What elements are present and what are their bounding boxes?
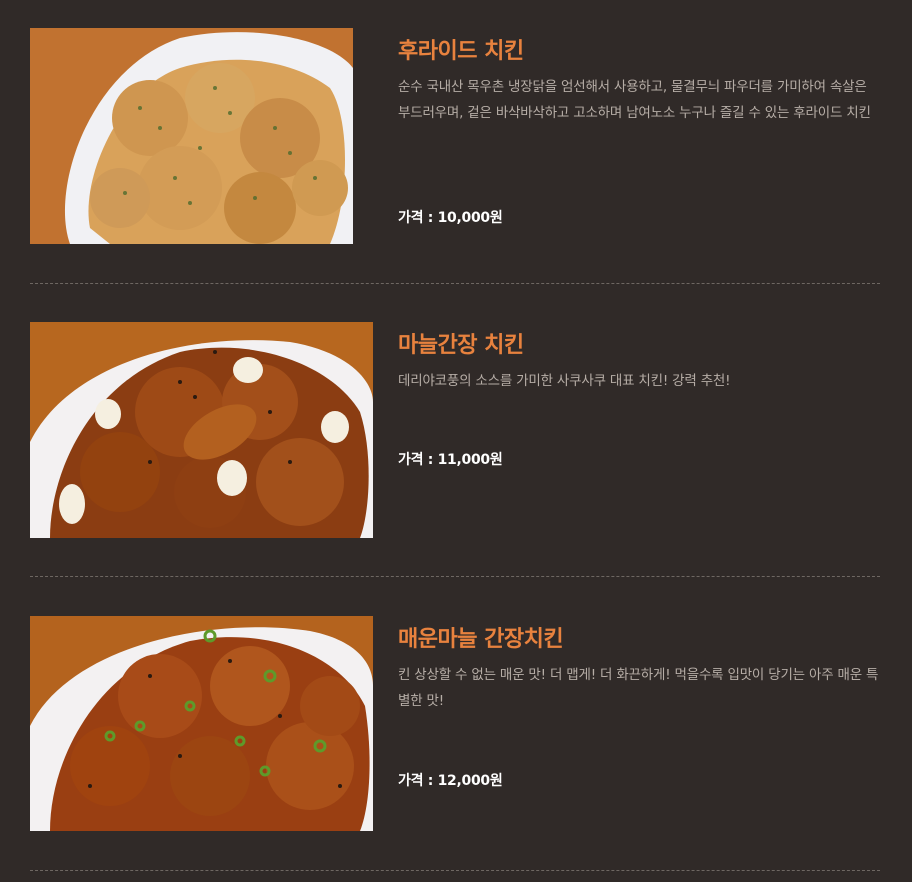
menu-item-title[interactable]: 매운마늘 간장치킨 — [398, 626, 880, 654]
menu-item-price: 가격 : 11,000원 — [398, 452, 503, 468]
spicy-garlic-soy-chicken-photo[interactable] — [30, 616, 373, 831]
menu-list: 후라이드 치킨 순수 국내산 목우촌 냉장닭을 엄선해서 사용하고, 물결무늬 … — [0, 0, 912, 882]
menu-divider — [30, 576, 880, 577]
menu-item-garlic-soy-chicken[interactable]: 마늘간장 치킨 데리야코풍의 소스를 가미한 사쿠사쿠 대표 치킨! 강력 추천… — [30, 322, 880, 579]
menu-item-price: 가격 : 12,000원 — [398, 773, 503, 789]
menu-divider — [30, 870, 880, 871]
menu-item-spicy-garlic-soy-chicken[interactable]: 매운마늘 간장치킨 킨 상상할 수 없는 매운 맛! 더 맵게! 더 화끈하게!… — [30, 616, 880, 878]
menu-item-title[interactable]: 후라이드 치킨 — [398, 38, 880, 66]
menu-item-info: 마늘간장 치킨 데리야코풍의 소스를 가미한 사쿠사쿠 대표 치킨! 강력 추천… — [398, 322, 880, 468]
menu-item-description: 킨 상상할 수 없는 매운 맛! 더 맵게! 더 화끈하게! 먹을수록 입맛이 … — [398, 667, 879, 709]
menu-item-info: 매운마늘 간장치킨 킨 상상할 수 없는 매운 맛! 더 맵게! 더 화끈하게!… — [398, 616, 880, 789]
menu-item-info: 후라이드 치킨 순수 국내산 목우촌 냉장닭을 엄선해서 사용하고, 물결무늬 … — [398, 28, 880, 226]
menu-item-fried-chicken[interactable]: 후라이드 치킨 순수 국내산 목우촌 냉장닭을 엄선해서 사용하고, 물결무늬 … — [30, 28, 880, 285]
fried-chicken-photo[interactable] — [30, 28, 353, 244]
menu-divider — [30, 283, 880, 284]
menu-item-title[interactable]: 마늘간장 치킨 — [398, 332, 880, 360]
menu-item-description: 데리야코풍의 소스를 가미한 사쿠사쿠 대표 치킨! 강력 추천! — [398, 373, 731, 389]
menu-item-price: 가격 : 10,000원 — [398, 210, 503, 226]
garlic-soy-chicken-photo[interactable] — [30, 322, 373, 538]
menu-item-description: 순수 국내산 목우촌 냉장닭을 엄선해서 사용하고, 물결무늬 파우더를 가미하… — [398, 79, 871, 121]
